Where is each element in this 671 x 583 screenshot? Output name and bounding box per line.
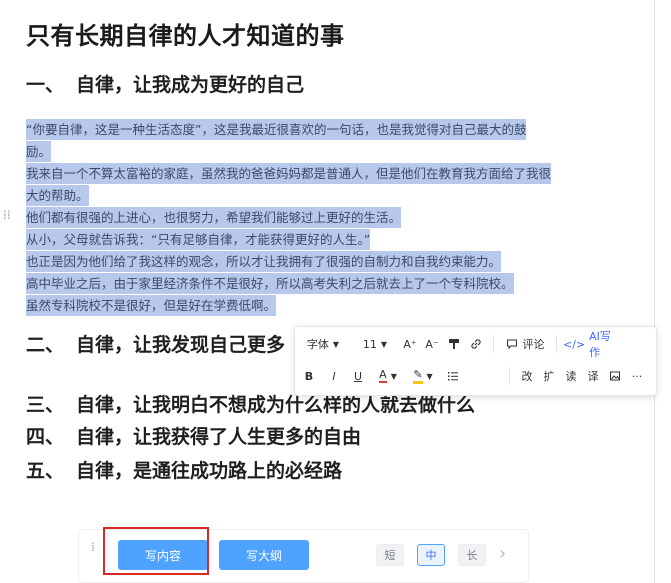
- format-painter-icon: [449, 339, 459, 349]
- read-button[interactable]: 读: [560, 364, 582, 388]
- list-icon: [448, 372, 458, 381]
- paragraph-line: 高中毕业之后，由于家里经济条件不是很好，所以高考失利之后就去上了一个专科院校。: [26, 273, 586, 295]
- ai-write-button[interactable]: </> AI写作: [563, 330, 621, 359]
- list-button[interactable]: [441, 364, 465, 388]
- link-icon: [471, 339, 481, 349]
- chevron-right-icon[interactable]: ›: [499, 543, 506, 564]
- highlight-color-dropdown[interactable]: ✎ ▼: [405, 364, 441, 388]
- paragraph-line: “你要自律，这是一种生活态度”，这是我最近很喜欢的一句话，也是我觉得对自己最大的…: [26, 119, 586, 141]
- paragraph-line: 励。: [26, 141, 586, 163]
- more-button[interactable]: ···: [626, 364, 648, 388]
- font-family-dropdown[interactable]: 字体 ▼: [295, 332, 351, 356]
- translate-label: 译: [587, 370, 599, 383]
- paragraph-line: 从小，父母就告诉我：“只有足够自律，才能获得更好的人生。”: [26, 229, 586, 251]
- section-heading-text: 自律，是通往成功路上的必经路: [76, 460, 343, 482]
- ai-generate-bar: ⁞ 写内容 写大纲 短 中 长 ›: [78, 529, 529, 583]
- floating-format-toolbar: 字体 ▼ 11 ▼ A⁺ A⁻ 评论 </> AI写作 B I U A ▼ ✎ …: [294, 326, 657, 396]
- underline-icon: U: [353, 369, 363, 383]
- selected-paragraph[interactable]: “你要自律，这是一种生活态度”，这是我最近很喜欢的一句话，也是我觉得对自己最大的…: [26, 119, 586, 317]
- image-icon: [610, 371, 620, 381]
- comment-icon: [506, 339, 517, 350]
- expand-label: 扩: [543, 370, 555, 383]
- code-icon: </>: [563, 337, 586, 351]
- bold-button[interactable]: B: [295, 364, 323, 388]
- paragraph-line: 虽然专科院校不是很好，但是好在学费低啊。: [26, 295, 586, 317]
- read-label: 读: [565, 370, 577, 383]
- section-heading-text: 自律，让我获得了人生更多的自由: [76, 426, 362, 448]
- section-heading-1[interactable]: 一、 自律，让我成为更好的自己: [26, 70, 304, 97]
- translate-button[interactable]: 译: [582, 364, 604, 388]
- section-heading-text: 自律，让我明白不想成为什么样的人就去做什么: [76, 394, 476, 416]
- expand-button[interactable]: 扩: [538, 364, 560, 388]
- chevron-down-icon: ▼: [390, 371, 397, 381]
- length-long-button[interactable]: 长: [458, 544, 486, 566]
- paragraph-line: 我来自一个不算太富裕的家庭，虽然我的爸爸妈妈都是普通人，但是他们在教育我方面给了…: [26, 163, 586, 185]
- section-heading-text: 自律，让我发现自己更多: [76, 334, 286, 356]
- decrease-font-size-button[interactable]: A⁻: [421, 332, 443, 356]
- comment-label: 评论: [522, 338, 545, 351]
- length-medium-button[interactable]: 中: [417, 544, 445, 566]
- image-button[interactable]: [604, 364, 626, 388]
- section-heading-2[interactable]: 二、 自律，让我发现自己更多: [26, 330, 285, 357]
- drag-handle-icon[interactable]: ⁞: [91, 541, 95, 553]
- font-size-dropdown[interactable]: 11 ▼: [351, 332, 399, 356]
- section-heading-5[interactable]: 五、 自律，是通往成功路上的必经路: [26, 456, 342, 483]
- toolbar-divider: [493, 335, 494, 353]
- section-heading-4[interactable]: 四、 自律，让我获得了人生更多的自由: [26, 422, 361, 449]
- section-number: 五、: [26, 460, 65, 482]
- toolbar-divider: [556, 335, 557, 353]
- ai-write-label: AI写作: [589, 330, 611, 359]
- italic-icon: I: [332, 369, 336, 383]
- comment-button[interactable]: 评论: [500, 332, 550, 356]
- section-number: 二、: [26, 334, 65, 356]
- write-content-button[interactable]: 写内容: [118, 540, 208, 570]
- font-size-value: 11: [362, 337, 377, 351]
- paragraph-drag-handle-icon[interactable]: ⁞⁞: [3, 209, 11, 221]
- link-button[interactable]: [465, 332, 487, 356]
- highlighter-icon: ✎: [413, 368, 423, 384]
- italic-button[interactable]: I: [323, 364, 345, 388]
- font-color-dropdown[interactable]: A ▼: [371, 364, 405, 388]
- chevron-down-icon: ▼: [426, 371, 433, 381]
- font-grow-icon: A⁺: [403, 337, 417, 351]
- document-title[interactable]: 只有长期自律的人才知道的事: [26, 16, 345, 51]
- write-outline-button[interactable]: 写大纲: [219, 540, 309, 570]
- section-number: 四、: [26, 426, 65, 448]
- paragraph-line: 也正是因为他们给了我这样的观念，所以才让我拥有了很强的自制力和自我约束能力。: [26, 251, 586, 273]
- font-family-label: 字体: [306, 338, 329, 351]
- toolbar-divider: [509, 367, 510, 385]
- length-short-button[interactable]: 短: [376, 544, 404, 566]
- section-heading-text: 自律，让我成为更好的自己: [76, 74, 305, 96]
- font-color-icon: A: [379, 368, 387, 383]
- rewrite-label: 改: [521, 370, 533, 383]
- more-icon: ···: [631, 369, 643, 383]
- paragraph-line: 他们都有很强的上进心，也很努力，希望我们能够过上更好的生活。: [26, 207, 586, 229]
- font-shrink-icon: A⁻: [425, 337, 439, 351]
- chevron-down-icon: ▼: [380, 339, 388, 349]
- format-painter-button[interactable]: [443, 332, 465, 356]
- section-number: 三、: [26, 394, 65, 416]
- underline-button[interactable]: U: [345, 364, 371, 388]
- rewrite-button[interactable]: 改: [516, 364, 538, 388]
- section-number: 一、: [26, 74, 65, 96]
- page-right-border: [654, 0, 655, 583]
- chevron-down-icon: ▼: [332, 339, 340, 349]
- increase-font-size-button[interactable]: A⁺: [399, 332, 421, 356]
- bold-icon: B: [304, 369, 314, 383]
- paragraph-line: 大的帮助。: [26, 185, 586, 207]
